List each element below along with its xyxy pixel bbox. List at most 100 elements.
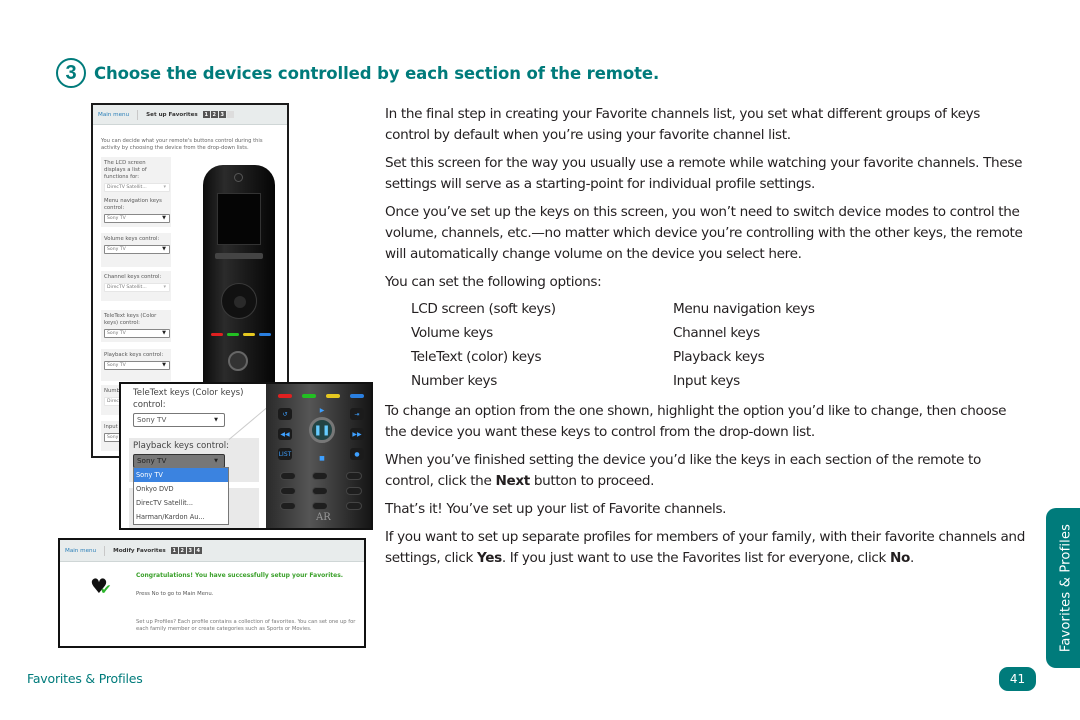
number-key-icon	[346, 502, 362, 510]
blue-key-icon	[259, 333, 271, 336]
paragraph: If you want to set up separate profiles …	[385, 527, 1025, 569]
number-key-icon	[312, 472, 328, 480]
step-box: 1	[170, 547, 178, 554]
record-icon: ●	[350, 448, 364, 460]
field-label: The LCD screen displays a list of functi…	[104, 160, 147, 180]
paragraph: Once you’ve set up the keys on this scre…	[385, 204, 1023, 262]
zoomed-detail-callout: TeleText keys (Color keys) control: Sony…	[119, 382, 373, 530]
dpad-icon	[221, 283, 257, 319]
number-key-icon	[280, 502, 296, 510]
device-dropdown-list: Sony TV Onkyo DVD DirecTV Satellit... Ha…	[133, 467, 229, 525]
red-key-icon	[278, 394, 292, 398]
option-item: Volume keys	[411, 325, 493, 341]
tab-main-menu[interactable]: Main menu	[98, 112, 129, 118]
step-box: 4	[194, 547, 202, 554]
option-item: Playback keys	[673, 349, 765, 365]
blue-key-icon	[350, 394, 364, 398]
number-key-icon	[312, 502, 328, 510]
field-label: Playback keys control:	[104, 352, 164, 358]
step-box: 3	[186, 547, 194, 554]
chevron-down-icon: ▼	[214, 458, 218, 464]
chevron-down-icon: ▼	[162, 246, 166, 252]
teletext-keys-field: TeleText keys (Color keys) control: Sony…	[101, 310, 171, 342]
yes-keyword: Yes	[476, 550, 502, 566]
lcd-screen-select[interactable]: DirecTV Satellit... ▾	[104, 183, 170, 192]
chevron-down-icon: ▼	[214, 417, 218, 423]
section-title: Choose the devices controlled by each se…	[94, 63, 660, 83]
list-key-icon: LIST	[278, 448, 292, 460]
step-box: 2	[178, 547, 186, 554]
paragraph: You can set the following options:	[385, 274, 602, 290]
teletext-keys-select-zoomed[interactable]: Sony TV ▼	[133, 413, 225, 427]
dropdown-option-sony-tv[interactable]: Sony TV	[134, 468, 228, 482]
pause-icon: ❚❚	[309, 417, 335, 443]
teletext-keys-select[interactable]: Sony TV ▼	[104, 329, 170, 338]
volume-keys-select[interactable]: Sony TV ▼	[104, 245, 170, 254]
paragraph: When you’ve finished setting the device …	[385, 450, 1025, 492]
option-item: TeleText (color) keys	[411, 349, 542, 365]
no-keyword: No	[890, 550, 911, 566]
congratulations-message: Congratulations! You have successfully s…	[136, 572, 344, 579]
volume-keys-field: Volume keys control: Sony TV ▼	[101, 233, 171, 267]
checkmark-icon: ✔	[100, 582, 112, 598]
number-key-icon	[312, 487, 328, 495]
paragraph: Set this screen for the way you usually …	[385, 155, 1023, 192]
green-key-icon	[227, 333, 239, 336]
screenshot-intro-text: You can decide what your remote's button…	[101, 138, 263, 151]
dropdown-option-harman-kardon[interactable]: Harman/Kardon Au...	[134, 510, 228, 524]
dropdown-option-onkyo-dvd[interactable]: Onkyo DVD	[134, 482, 228, 496]
chevron-down-icon: ▼	[162, 362, 166, 368]
chevron-down-icon: ▾	[163, 284, 166, 290]
playback-keys-select-zoomed[interactable]: Sony TV ▼	[133, 454, 225, 468]
option-item: Channel keys	[673, 325, 760, 341]
chapter-side-tab: Favorites & Profiles	[1046, 508, 1080, 668]
rewind-icon: ◀◀	[278, 428, 292, 440]
back-icon: ↺	[278, 408, 292, 420]
text-run: . If you just want to use the Favorites …	[501, 550, 891, 566]
field-label: TeleText keys (Color keys) control:	[133, 388, 244, 410]
chapter-tab-label: Favorites & Profiles	[1058, 523, 1074, 653]
select-value: Sony TV	[107, 363, 126, 368]
remote-soft-keys	[215, 253, 263, 259]
step-box: 1	[202, 111, 210, 118]
chevron-down-icon: ▾	[163, 184, 166, 190]
step-indicator: 1 2 3	[202, 111, 234, 118]
playback-keys-select[interactable]: Sony TV ▼	[104, 361, 170, 370]
step-box: 3	[218, 111, 226, 118]
brand-logo: AR	[316, 512, 331, 523]
zoomed-form: TeleText keys (Color keys) control: Sony…	[121, 384, 266, 528]
channel-keys-select[interactable]: DirecTV Satellit... ▾	[104, 283, 170, 292]
select-value: Sony TV	[137, 456, 167, 465]
page-number-badge: 41	[999, 667, 1036, 691]
play-icon: ▶	[319, 406, 325, 414]
field-label: Channel keys control:	[104, 274, 162, 280]
screenshot-tab-bar: Main menu Set up Favorites 1 2 3	[93, 105, 287, 125]
select-value: Sony	[107, 435, 119, 440]
options-list: LCD screen (soft keys) Menu navigation k…	[411, 297, 1025, 393]
paragraph: In the final step in creating your Favor…	[385, 106, 981, 143]
text-run: button to proceed.	[529, 473, 655, 489]
menu-navigation-field: Menu navigation keys control: Sony TV ▼	[101, 195, 171, 227]
stop-icon: ■	[319, 454, 325, 462]
field-label: Menu navigation keys control:	[104, 198, 162, 211]
menu-navigation-select[interactable]: Sony TV ▼	[104, 214, 170, 223]
option-item: Menu navigation keys	[673, 301, 815, 317]
remote-closeup-image: ↺ ▶ ⇥ ◀◀ ▶▶ LIST ● ■ ❚❚ AR	[266, 384, 371, 528]
step-indicator: 1 2 3 4	[170, 547, 202, 554]
red-key-icon	[211, 333, 223, 336]
tab-modify-favorites[interactable]: Modify Favorites	[113, 548, 166, 554]
select-value: Sony TV	[107, 331, 126, 336]
screenshot-tab-bar: Main menu Modify Favorites 1 2 3 4	[60, 540, 364, 562]
section-heading: 3 Choose the devices controlled by each …	[56, 58, 659, 88]
tab-divider	[104, 545, 106, 556]
dropdown-option-directv[interactable]: DirecTV Satellit...	[134, 496, 228, 510]
field-label: Playback keys control:	[133, 441, 230, 451]
remote-lcd-screen	[217, 193, 261, 245]
tab-main-menu[interactable]: Main menu	[65, 548, 96, 554]
footer-section-name: Favorites & Profiles	[27, 671, 143, 686]
tab-set-up-favorites[interactable]: Set up Favorites	[146, 112, 198, 118]
color-keys	[211, 333, 271, 336]
ok-button-icon	[234, 296, 246, 308]
setup-profiles-text: Set up Profiles? Each profile contains a…	[136, 619, 356, 632]
tab-divider	[137, 109, 139, 120]
